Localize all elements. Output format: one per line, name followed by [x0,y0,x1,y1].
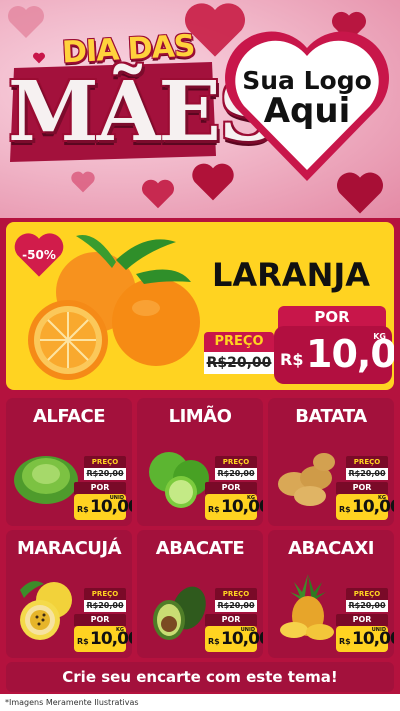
potato-image [278,453,335,506]
product-card-abacaxi[interactable]: ABACAXI PREÇO R$20,00 POR R$ 10,00 UNID [268,530,394,658]
product-name: ABACAXI [288,538,374,559]
preco-label: PREÇO [215,456,257,468]
pineapple-image [280,574,334,640]
hero-por-label: POR [278,306,386,328]
product-name: BATATA [295,406,367,427]
old-price: R$20,00 [346,600,388,612]
hero-unit: KG [373,332,386,341]
por-label: POR [336,614,388,626]
unit: UNID [109,495,124,501]
por-label: POR [74,614,126,626]
unit: KG [378,495,386,501]
create-flyer-button[interactable]: Crie seu encarte com este tema! [6,662,394,692]
hero-offer[interactable]: -50% LARANJA POR PREÇO R$20,00 R$ 10,00 … [6,222,394,390]
product-card-maracuja[interactable]: MARACUJÁ PREÇO R$20,00 POR R$ 10,00 KG [6,530,132,658]
product-name: MARACUJÁ [16,538,122,559]
product-card-abacate[interactable]: ABACATE PREÇO R$20,00 POR R$ 10,00 UNID [137,530,263,658]
price-box: R$ 10,00 UNID [205,626,263,652]
price: 10,00 [352,497,394,517]
product-name: ALFACE [32,406,106,427]
old-price: R$20,00 [215,468,257,480]
lime-image [149,452,209,508]
currency: R$ [77,637,89,646]
heart-decoration-icon [71,171,95,193]
price-box: R$ 10,00 UNID [74,494,132,520]
product-card-limao[interactable]: LIMÃO PREÇO R$20,00 POR R$ 10,00 KG [137,398,263,526]
heart-decoration-icon [142,179,174,209]
old-price: R$20,00 [346,468,388,480]
por-label: POR [205,482,257,494]
lettuce-image [14,456,78,504]
price-box: R$ 10,00 UNID [336,626,394,652]
currency: R$ [339,637,351,646]
price: 10,00 [90,629,132,649]
currency: R$ [77,505,89,514]
preco-label: PREÇO [84,456,126,468]
por-label: POR [336,482,388,494]
product-card-alface[interactable]: ALFACE PREÇO R$20,00 POR R$ 10,00 UNID [6,398,132,526]
product-name: LIMÃO [168,406,232,427]
hero-currency: R$ [280,350,304,369]
preco-label: PREÇO [346,456,388,468]
unit: KG [116,627,124,633]
preco-label: PREÇO [84,588,126,600]
hero-preco-label: PREÇO [204,332,274,352]
hero-old-price: R$20,00 [204,352,274,374]
hero-product-name: LARANJA [212,256,371,294]
price-box: R$ 10,00 KG [205,494,263,520]
price: 10,00 [221,497,263,517]
avocado-image [153,586,206,640]
discount-badge: -50% [22,248,56,262]
preco-label: PREÇO [215,588,257,600]
por-label: POR [74,482,126,494]
price-box: R$ 10,00 KG [74,626,132,652]
product-card-batata[interactable]: BATATA PREÇO R$20,00 POR R$ 10,00 KG [268,398,394,526]
unit: UNID [371,627,386,633]
preco-label: PREÇO [346,588,388,600]
price-box: R$ 10,00 KG [336,494,394,520]
old-price: R$20,00 [215,600,257,612]
heart-decoration-icon [8,6,44,38]
por-label: POR [205,614,257,626]
logo-line2: Aqui [263,91,351,132]
disclaimer-text: *Imagens Meramente Ilustrativas [0,694,400,711]
passion-fruit-image [20,581,72,640]
currency: R$ [208,505,220,514]
product-name: ABACATE [155,538,245,559]
unit: KG [247,495,255,501]
old-price: R$20,00 [84,600,126,612]
hero-price-box: R$ 10,00 KG [274,326,394,384]
old-price: R$20,00 [84,468,126,480]
currency: R$ [339,505,351,514]
logo-placeholder: Sua Logo Aqui [240,67,374,132]
unit: UNID [240,627,255,633]
header-banner: DIA DAS MÃES Sua Logo Aqui [0,0,400,218]
currency: R$ [208,637,220,646]
